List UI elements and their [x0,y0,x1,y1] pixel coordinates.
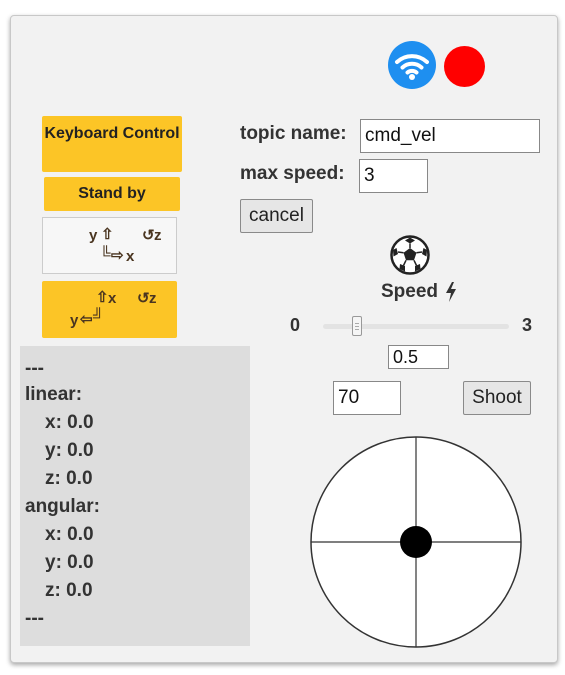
angular-z-value: z: 0.0 [45,580,93,601]
twist-separator: --- [25,358,44,379]
rotate-icon: ↺ [137,290,150,307]
stand-by-button[interactable]: Stand by [44,177,180,211]
lightning-bolt-icon [446,282,456,302]
topic-name-label: topic name: [240,123,347,144]
holonomic-mode-button[interactable]: y ⇧ ↺ z ╚ ⇨ x [42,217,177,274]
linear-x-value: x: 0.0 [45,412,94,433]
shoot-button[interactable]: Shoot [463,381,531,415]
rotate-icon: ↺ [142,227,155,244]
wifi-icon [388,41,436,89]
z-axis-label: z [154,227,162,244]
speed-slider-thumb[interactable] [352,316,363,336]
speed-value-input[interactable] [388,345,449,369]
topic-name-input[interactable] [360,119,540,153]
linear-heading: linear: [25,384,83,405]
cancel-button[interactable]: cancel [240,199,313,233]
up-arrow-icon: ⇧ [101,226,114,243]
twist-separator: --- [25,608,44,629]
angular-x-value: x: 0.0 [45,524,94,545]
speed-slider-track[interactable] [323,324,509,329]
joystick-pad[interactable] [310,436,522,648]
speed-title: Speed [381,281,439,302]
linear-z-value: z: 0.0 [45,468,93,489]
shoot-power-input[interactable] [333,381,401,415]
keyboard-control-button[interactable]: Keyboard Control [42,116,182,172]
up-arrow-icon: ⇧ [96,289,109,306]
corner-icon: ╚ [100,246,111,263]
corner-icon: ╝ [93,308,104,325]
differential-mode-button[interactable]: ⇧ x ↺ z y ⇦ ╝ [42,281,177,338]
linear-y-value: y: 0.0 [45,440,94,461]
max-speed-label: max speed: [240,163,345,184]
x-axis-label: x [126,248,135,265]
left-arrow-icon: ⇦ [80,311,93,328]
slider-max-label: 3 [522,315,533,335]
record-indicator[interactable] [444,46,485,87]
angular-heading: angular: [25,496,100,517]
joystick-knob[interactable] [400,526,432,558]
y-axis-label: y [70,312,79,329]
max-speed-input[interactable] [359,159,428,193]
x-axis-label: x [108,290,117,307]
right-arrow-icon: ⇨ [111,247,124,264]
slider-min-label: 0 [290,315,301,335]
z-axis-label: z [149,290,157,307]
twist-message-panel: --- linear: x: 0.0 y: 0.0 z: 0.0 angular… [20,346,250,646]
angular-y-value: y: 0.0 [45,552,94,573]
y-axis-label: y [89,227,98,244]
soccer-ball-icon [390,235,430,275]
